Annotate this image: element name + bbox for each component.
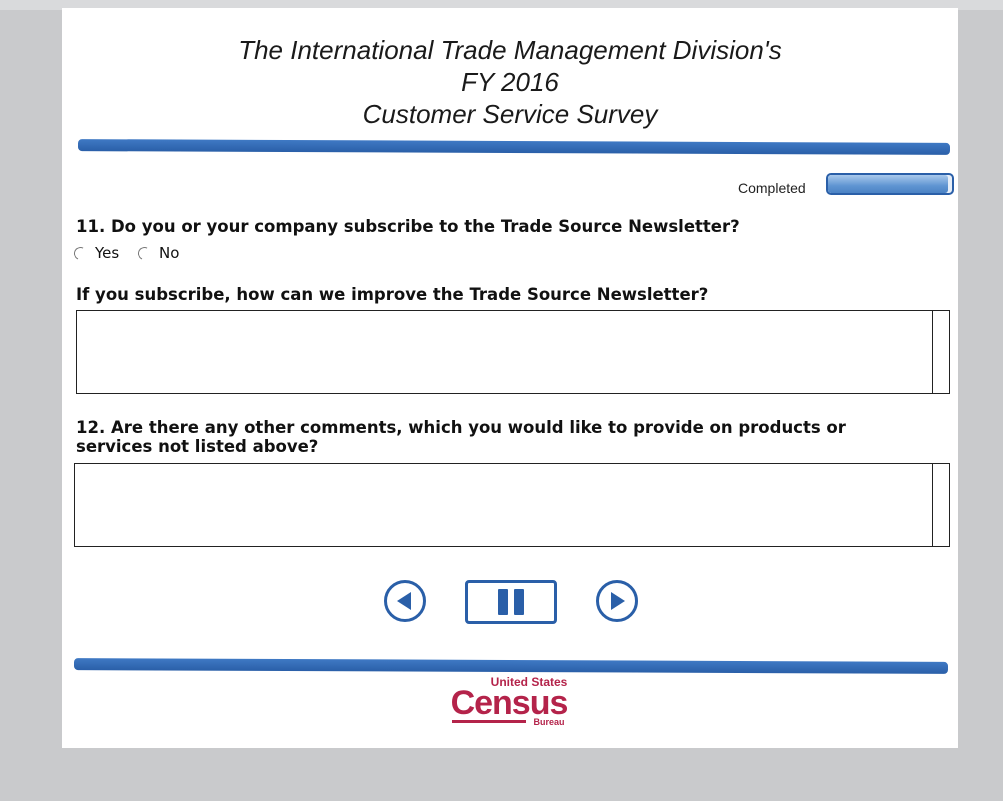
other-comments-textarea[interactable] [74, 463, 950, 547]
improve-newsletter-textarea[interactable] [76, 310, 950, 394]
progress-fill [828, 175, 949, 193]
census-bureau-logo: United States Census Bureau [444, 676, 574, 732]
forward-arrow-icon [611, 592, 625, 610]
logo-census: Census [450, 684, 569, 722]
survey-page: The International Trade Management Divis… [62, 8, 958, 748]
footer-divider-bar [73, 658, 949, 674]
subscribe-radio-group: Yes No [72, 244, 193, 264]
back-arrow-icon [397, 592, 411, 610]
question-11: 11. Do you or your company subscribe to … [76, 217, 740, 236]
question-improve-newsletter: If you subscribe, how can we improve the… [76, 285, 709, 304]
question-12: 12. Are there any other comments, which … [76, 418, 846, 456]
comments-textarea-scrollbar[interactable] [932, 464, 949, 546]
page-title: The International Trade Management Divis… [62, 34, 958, 130]
radio-option-yes[interactable]: Yes [72, 244, 120, 262]
pause-icon-bar [514, 589, 524, 615]
progress-bar [826, 173, 954, 195]
pause-button[interactable] [465, 580, 557, 624]
radio-yes[interactable] [72, 244, 89, 262]
title-line-3: Customer Service Survey [362, 99, 658, 129]
radio-no[interactable] [136, 244, 153, 262]
radio-no-label: No [159, 244, 180, 262]
improve-textarea-scrollbar[interactable] [932, 311, 949, 393]
radio-yes-label: Yes [95, 244, 120, 262]
logo-underline [452, 720, 526, 723]
title-line-2: FY 2016 [461, 67, 559, 97]
pause-icon [498, 589, 508, 615]
header-divider-bar [77, 139, 951, 155]
title-line-1: The International Trade Management Divis… [238, 35, 782, 65]
progress-label: Completed [738, 180, 806, 196]
next-button[interactable] [596, 580, 638, 622]
previous-button[interactable] [384, 580, 426, 622]
radio-option-no[interactable]: No [136, 244, 180, 262]
